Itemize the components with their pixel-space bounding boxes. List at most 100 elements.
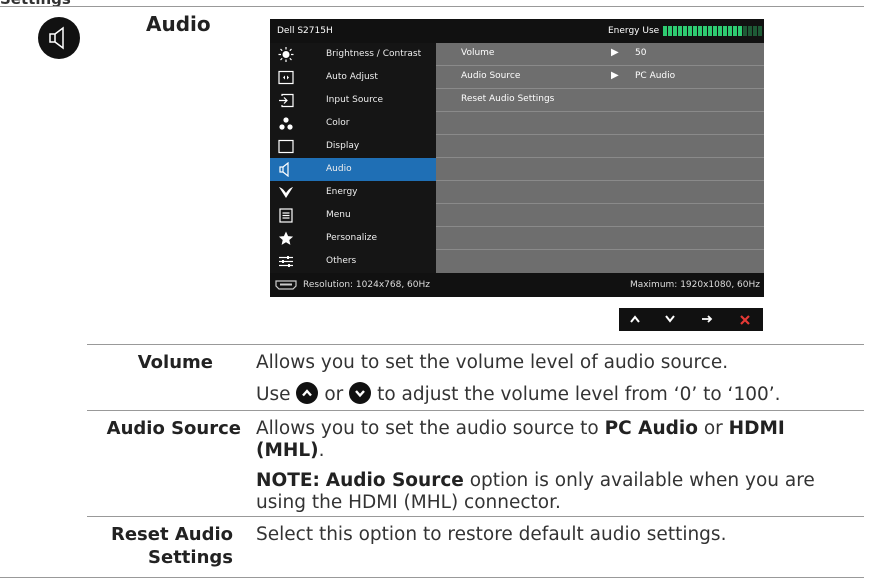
- audio-icon: [279, 162, 289, 177]
- energy-meter-segment: [753, 26, 757, 36]
- menu-item-others[interactable]: Others: [270, 250, 436, 273]
- audio-section-icon: [38, 17, 80, 59]
- submenu-label: Audio Source: [461, 71, 521, 81]
- submenu-empty-row: [436, 204, 764, 227]
- submenu-empty-row: [436, 227, 764, 250]
- note-label: NOTE:: [256, 470, 320, 491]
- menu-item-display[interactable]: Display: [270, 135, 436, 158]
- energy-meter-segment: [743, 26, 747, 36]
- text-use: Use: [256, 384, 291, 405]
- energy-use-label: Energy Use: [608, 26, 660, 36]
- up-button[interactable]: [623, 308, 647, 331]
- energy-meter-segment: [683, 26, 687, 36]
- submenu-empty-row: [436, 250, 764, 273]
- maximum-resolution: Maximum: 1920x1080, 60Hz: [629, 280, 760, 290]
- text-fragment: .: [318, 440, 325, 461]
- submenu-reset-audio-settings[interactable]: Reset Audio Settings: [436, 89, 764, 112]
- down-arrow-icon: [665, 315, 675, 323]
- menu-item-label: Color: [326, 118, 350, 128]
- osd-audio-submenu: Volume ▶ 50 Audio Source ▶ PC Audio Rese…: [436, 43, 764, 273]
- energy-meter-segment: [718, 26, 722, 36]
- text-or: or: [324, 384, 344, 405]
- label-line: Settings: [148, 547, 233, 568]
- audio-source-note: NOTE: Audio Source option is only availa…: [256, 470, 836, 514]
- exit-button[interactable]: [733, 308, 757, 331]
- energy-meter-segment: [673, 26, 677, 36]
- menu-item-color[interactable]: Color: [270, 112, 436, 135]
- up-arrow-icon: [302, 389, 313, 397]
- next-button[interactable]: [695, 308, 719, 331]
- menu-item-input-source[interactable]: Input Source: [270, 89, 436, 112]
- menu-item-label: Audio: [326, 164, 352, 174]
- input-source-icon: [279, 93, 294, 108]
- menu-item-brightness-contrast[interactable]: Brightness / Contrast: [270, 43, 436, 66]
- menu-item-label: Auto Adjust: [326, 72, 378, 82]
- energy-meter-segment: [733, 26, 737, 36]
- energy-meter-segment: [688, 26, 692, 36]
- energy-meter-segment: [703, 26, 707, 36]
- submenu-empty-row: [436, 158, 764, 181]
- close-icon: [740, 315, 750, 325]
- menu-item-label: Personalize: [326, 233, 378, 243]
- table-divider: [87, 410, 864, 411]
- text-fragment: Allows you to set the audio source to: [256, 418, 599, 439]
- submenu-value: PC Audio: [635, 71, 676, 81]
- top-divider: [0, 6, 864, 7]
- osd-header: Dell S2715H Energy Use: [270, 19, 764, 43]
- section-title: Audio: [146, 12, 211, 36]
- osd-main-menu: Brightness / Contrast Auto Adjust Input …: [270, 43, 436, 273]
- submenu-empty-row: [436, 112, 764, 135]
- label-line: Reset Audio: [110, 524, 233, 545]
- energy-use-meter: [663, 26, 762, 36]
- down-button[interactable]: [658, 308, 682, 331]
- others-icon: [279, 256, 293, 267]
- right-arrow-icon: [702, 315, 713, 323]
- reset-description: Select this option to restore default au…: [256, 524, 727, 545]
- osd-footer: Resolution: 1024x768, 60Hz Maximum: 1920…: [270, 273, 764, 297]
- energy-meter-segment: [663, 26, 667, 36]
- energy-meter-segment: [668, 26, 672, 36]
- audio-source-description: Allows you to set the audio source to PC…: [256, 418, 816, 462]
- energy-meter-segment: [723, 26, 727, 36]
- energy-meter-segment: [713, 26, 717, 36]
- color-icon: [279, 117, 293, 130]
- menu-item-label: Others: [326, 256, 357, 266]
- menu-item-auto-adjust[interactable]: Auto Adjust: [270, 66, 436, 89]
- menu-item-label: Energy: [326, 187, 358, 197]
- row-label-reset-audio-settings: Reset Audio Settings: [100, 523, 233, 569]
- energy-meter-segment: [708, 26, 712, 36]
- table-divider: [87, 516, 864, 517]
- monitor-model: Dell S2715H: [277, 26, 333, 36]
- submenu-empty-row: [436, 181, 764, 204]
- menu-item-personalize[interactable]: Personalize: [270, 227, 436, 250]
- osd-menu-screenshot: Dell S2715H Energy Use Brightness / Cont…: [270, 19, 764, 297]
- menu-item-label: Display: [326, 141, 360, 151]
- energy-meter-segment: [758, 26, 762, 36]
- energy-meter-segment: [693, 26, 697, 36]
- menu-item-audio[interactable]: Audio: [270, 158, 436, 181]
- text-range: to adjust the volume level from ‘0’ to ‘…: [377, 384, 781, 405]
- star-icon: [278, 231, 294, 245]
- right-triangle-icon: ▶: [611, 70, 619, 81]
- text-fragment: or: [703, 418, 723, 439]
- menu-item-label: Input Source: [326, 95, 384, 105]
- table-divider: [87, 344, 864, 345]
- up-arrow-icon: [630, 315, 640, 323]
- energy-meter-segment: [728, 26, 732, 36]
- submenu-empty-row: [436, 135, 764, 158]
- menu-item-energy[interactable]: Energy: [270, 181, 436, 204]
- menu-item-menu[interactable]: Menu: [270, 204, 436, 227]
- volume-description-line1: Allows you to set the volume level of au…: [256, 352, 729, 373]
- row-label-audio-source: Audio Source: [106, 418, 241, 439]
- energy-meter-segment: [678, 26, 682, 36]
- bottom-divider: [0, 577, 864, 578]
- submenu-label: Volume: [461, 48, 495, 58]
- submenu-volume[interactable]: Volume ▶ 50: [436, 43, 764, 66]
- submenu-audio-source[interactable]: Audio Source ▶ PC Audio: [436, 66, 764, 89]
- hdmi-connector-icon: [275, 280, 297, 290]
- energy-meter-segment: [698, 26, 702, 36]
- menu-icon: [279, 208, 293, 223]
- current-resolution: Resolution: 1024x768, 60Hz: [303, 280, 430, 290]
- bold-pc-audio: PC Audio: [604, 418, 698, 439]
- menu-item-label: Brightness / Contrast: [326, 49, 422, 59]
